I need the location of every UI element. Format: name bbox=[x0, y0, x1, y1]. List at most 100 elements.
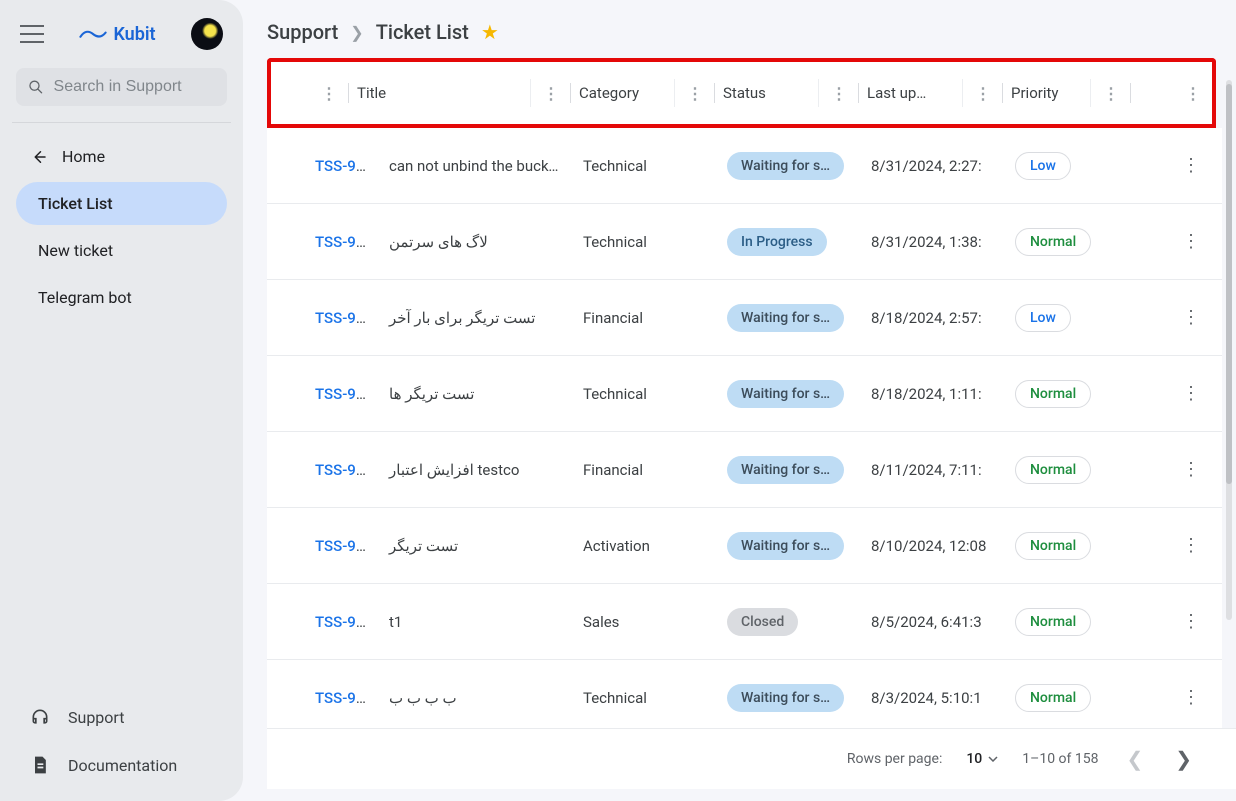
status-badge: Waiting for s… bbox=[727, 532, 844, 560]
column-menu-icon[interactable]: ⋮ bbox=[1099, 84, 1122, 103]
table-row[interactable]: TSS-943 تست تریگر هاTechnical Waiting for … bbox=[267, 356, 1222, 432]
table-row[interactable]: TSS-944لاگ های سرتمنTechnicalIn Progress… bbox=[267, 204, 1222, 280]
ticket-id[interactable]: TSS-945 bbox=[315, 309, 373, 327]
column-menu-icon[interactable]: ⋮ bbox=[539, 84, 562, 103]
col-category[interactable]: ⋮ Category bbox=[531, 79, 675, 107]
rows-per-page-select[interactable]: 10 bbox=[966, 751, 998, 767]
ticket-updated: 8/18/2024, 1:11: bbox=[861, 385, 1005, 403]
row-menu-icon[interactable]: ⋮ bbox=[1182, 611, 1200, 632]
table-row[interactable]: TSS-939t1SalesClosed8/5/2024, 6:41:3Norm… bbox=[267, 584, 1222, 660]
ticket-id[interactable]: TSS-946 bbox=[315, 157, 373, 175]
document-icon bbox=[30, 755, 50, 775]
column-menu-icon[interactable]: ⋮ bbox=[827, 84, 850, 103]
ticket-id[interactable]: TSS-944 bbox=[315, 233, 373, 251]
row-menu-icon[interactable]: ⋮ bbox=[1182, 687, 1200, 708]
col-label: Status bbox=[723, 84, 766, 102]
footer-item-support[interactable]: Support bbox=[12, 693, 231, 741]
ticket-id[interactable]: TSS-942 bbox=[315, 461, 373, 479]
ticket-updated: 8/31/2024, 1:38: bbox=[861, 233, 1005, 251]
priority-badge: Low bbox=[1015, 304, 1071, 332]
sidebar: Kubit Home Ticket List New ticket Telegr… bbox=[0, 0, 243, 801]
rows-per-page-label: Rows per page: bbox=[847, 751, 942, 767]
brand-logo[interactable]: Kubit bbox=[79, 24, 155, 45]
row-menu-icon[interactable]: ⋮ bbox=[1182, 307, 1200, 328]
ticket-id[interactable]: TSS-939 bbox=[315, 613, 373, 631]
breadcrumb: Support ❯ Ticket List ★ bbox=[267, 16, 1236, 58]
col-label: Title bbox=[357, 84, 386, 102]
star-icon[interactable]: ★ bbox=[481, 20, 499, 44]
avatar[interactable] bbox=[191, 18, 223, 50]
row-menu-icon[interactable]: ⋮ bbox=[1182, 535, 1200, 556]
main-content: Support ❯ Ticket List ★ ⋮ Title ⋮ Catego… bbox=[243, 0, 1236, 801]
footer-item-documentation[interactable]: Documentation bbox=[12, 741, 231, 789]
headset-icon bbox=[30, 707, 50, 727]
table-row[interactable]: TSS-945تست تریگر برای بار آخرFinancialWa… bbox=[267, 280, 1222, 356]
ticket-category: Sales bbox=[573, 613, 717, 631]
col-updated[interactable]: ⋮ Last up… bbox=[819, 79, 963, 107]
prev-page-button[interactable]: ❮ bbox=[1122, 743, 1147, 775]
pagination-range: 1–10 of 158 bbox=[1022, 751, 1098, 767]
brand-name: Kubit bbox=[113, 24, 155, 45]
priority-badge: Normal bbox=[1015, 228, 1091, 256]
ticket-title: can not unbind the bucke… bbox=[379, 157, 573, 175]
column-menu-icon[interactable]: ⋮ bbox=[317, 84, 340, 103]
status-badge: Waiting for s… bbox=[727, 380, 844, 408]
footer-label: Documentation bbox=[68, 756, 177, 775]
sidebar-item-home[interactable]: Home bbox=[16, 135, 227, 178]
priority-badge: Normal bbox=[1015, 608, 1091, 636]
ticket-title: افزایش اعتبار testco bbox=[379, 461, 573, 479]
row-menu-icon[interactable]: ⋮ bbox=[1182, 459, 1200, 480]
sidebar-item-ticket-list[interactable]: Ticket List bbox=[16, 182, 227, 225]
ticket-title: لاگ های سرتمن bbox=[379, 233, 573, 251]
table-row[interactable]: TSS-941تست تریگرActivationWaiting for s…… bbox=[267, 508, 1222, 584]
table-row[interactable]: TSS-946can not unbind the bucke…Technica… bbox=[267, 128, 1222, 204]
sidebar-item-telegram-bot[interactable]: Telegram bot bbox=[16, 276, 227, 319]
ticket-updated: 8/18/2024, 2:57: bbox=[861, 309, 1005, 327]
ticket-category: Activation bbox=[573, 537, 717, 555]
status-badge: Waiting for s… bbox=[727, 684, 844, 712]
ticket-title: t1 bbox=[379, 613, 573, 631]
search-box[interactable] bbox=[16, 68, 227, 106]
ticket-id[interactable]: TSS-941 bbox=[315, 537, 373, 555]
row-menu-icon[interactable]: ⋮ bbox=[1182, 383, 1200, 404]
search-input[interactable] bbox=[54, 78, 215, 96]
ticket-updated: 8/31/2024, 2:27: bbox=[861, 157, 1005, 175]
table-row[interactable]: TSS-942افزایش اعتبار testcoFinancialWait… bbox=[267, 432, 1222, 508]
ticket-updated: 8/3/2024, 5:10:1 bbox=[861, 689, 1005, 707]
page-size-value: 10 bbox=[966, 751, 982, 767]
table-header: ⋮ Title ⋮ Category ⋮ Status ⋮ Last up… ⋮… bbox=[271, 62, 1212, 128]
col-label: Priority bbox=[1011, 84, 1058, 102]
table-header-highlight: ⋮ Title ⋮ Category ⋮ Status ⋮ Last up… ⋮… bbox=[267, 58, 1216, 128]
breadcrumb-root[interactable]: Support bbox=[267, 20, 338, 44]
caret-down-icon bbox=[988, 756, 998, 762]
column-menu-icon[interactable]: ⋮ bbox=[1181, 84, 1204, 103]
table-row[interactable]: TSS-940ب ب ب بTechnicalWaiting for s…8/3… bbox=[267, 660, 1222, 736]
col-status[interactable]: ⋮ Status bbox=[675, 79, 819, 107]
col-priority[interactable]: ⋮ Priority bbox=[963, 79, 1091, 107]
ticket-title: ب ب ب ب bbox=[379, 689, 573, 707]
menu-toggle-button[interactable] bbox=[20, 25, 44, 43]
chevron-right-icon: ❯ bbox=[350, 23, 363, 42]
ticket-updated: 8/11/2024, 7:11: bbox=[861, 461, 1005, 479]
sidebar-item-new-ticket[interactable]: New ticket bbox=[16, 229, 227, 272]
vertical-scrollbar[interactable] bbox=[1226, 80, 1232, 620]
pagination: Rows per page: 10 1–10 of 158 ❮ ❯ bbox=[267, 728, 1236, 789]
ticket-id[interactable]: TSS-940 bbox=[315, 689, 373, 707]
ticket-title: تست تریگر ها bbox=[379, 385, 573, 403]
ticket-id[interactable]: TSS-943 bbox=[315, 385, 373, 403]
next-page-button[interactable]: ❯ bbox=[1171, 743, 1196, 775]
divider bbox=[12, 122, 231, 123]
nav-label: Ticket List bbox=[38, 194, 113, 213]
priority-badge: Normal bbox=[1015, 532, 1091, 560]
ticket-category: Technical bbox=[573, 385, 717, 403]
priority-badge: Normal bbox=[1015, 684, 1091, 712]
col-title[interactable]: ⋮ Title bbox=[309, 79, 531, 107]
row-menu-icon[interactable]: ⋮ bbox=[1182, 155, 1200, 176]
priority-badge: Normal bbox=[1015, 456, 1091, 484]
row-menu-icon[interactable]: ⋮ bbox=[1182, 231, 1200, 252]
search-icon bbox=[28, 78, 44, 96]
column-menu-icon[interactable]: ⋮ bbox=[971, 84, 994, 103]
nav-label: Telegram bot bbox=[38, 288, 132, 307]
column-menu-icon[interactable]: ⋮ bbox=[683, 84, 706, 103]
col-actions[interactable]: ⋮ ⋮ bbox=[1091, 79, 1212, 107]
